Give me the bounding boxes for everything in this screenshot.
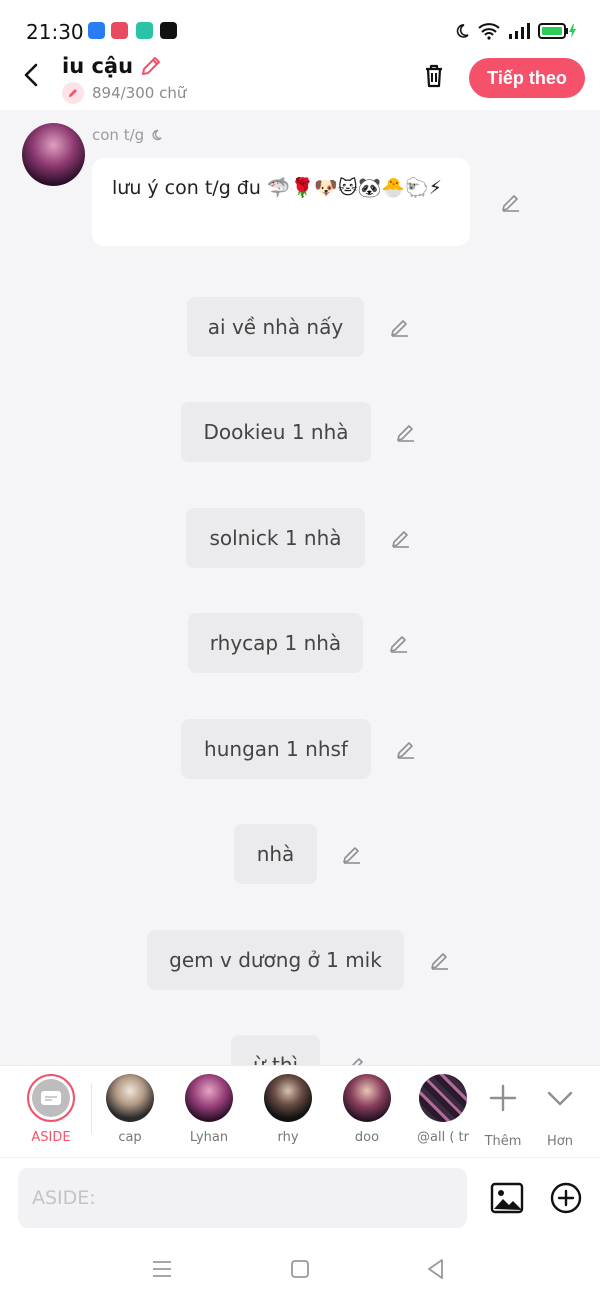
message-input[interactable] xyxy=(18,1168,467,1228)
collapse-button[interactable]: Hơn xyxy=(529,1074,591,1149)
author-avatar[interactable] xyxy=(22,123,85,186)
status-icons xyxy=(454,20,578,42)
person-avatar xyxy=(419,1074,467,1122)
mention-person[interactable]: @all ( tr xyxy=(412,1074,474,1145)
message-bubble[interactable]: ừ thì xyxy=(231,1035,320,1065)
message-bubble[interactable]: hungan 1 nhsf xyxy=(181,719,371,779)
input-bar xyxy=(0,1157,600,1237)
mention-label: cap xyxy=(118,1130,142,1145)
cloud-app-icon xyxy=(88,22,105,39)
message-bubble[interactable]: nhà xyxy=(234,824,317,884)
edit-icon[interactable] xyxy=(429,949,451,971)
message-bubble[interactable]: rhycap 1 nhà xyxy=(188,613,363,673)
edit-icon[interactable] xyxy=(390,527,412,549)
divider xyxy=(91,1084,92,1134)
signal-icon xyxy=(509,23,530,39)
mention-person[interactable]: cap xyxy=(99,1074,161,1145)
author-name-text: con t/g xyxy=(92,126,145,144)
mention-label: Lyhan xyxy=(189,1130,229,1145)
chat-area[interactable]: con t/g lưu ý con t/g đu 🦈🌹🐶🐱🐼🐣🐑⚡ ai về … xyxy=(0,110,600,1065)
plus-icon xyxy=(489,1084,517,1112)
plus-circle-icon[interactable] xyxy=(548,1180,584,1216)
pencil-icon[interactable] xyxy=(139,54,163,78)
message-bubble[interactable]: lưu ý con t/g đu 🦈🌹🐶🐱🐼🐣🐑⚡ xyxy=(92,158,470,246)
home-square-icon[interactable] xyxy=(289,1258,311,1280)
mention-bar: ASIDE cap Lyhan rhy doo @all ( tr Thêm H… xyxy=(0,1065,600,1157)
edit-icon[interactable] xyxy=(500,191,522,213)
char-counter: 894/300 chữ xyxy=(62,82,186,104)
message-bubble[interactable]: ai về nhà nấy xyxy=(187,297,364,357)
menu-icon[interactable] xyxy=(150,1259,174,1279)
message-bubble[interactable]: gem v dương ở 1 mik xyxy=(147,930,404,990)
person-avatar xyxy=(106,1074,154,1122)
collapse-label: Hơn xyxy=(547,1134,573,1149)
back-arrow-icon[interactable] xyxy=(16,60,46,90)
video-app-icon xyxy=(111,22,128,39)
header: iu cậu 894/300 chữ Tiếp theo xyxy=(0,50,600,110)
mention-label: doo xyxy=(354,1130,380,1145)
pencil-badge-icon xyxy=(62,82,84,104)
edit-icon[interactable] xyxy=(389,316,411,338)
edit-icon[interactable] xyxy=(395,738,417,760)
mention-label: @all ( tr xyxy=(417,1130,469,1145)
edit-icon[interactable] xyxy=(388,632,410,654)
next-button[interactable]: Tiếp theo xyxy=(469,58,585,98)
edit-icon[interactable] xyxy=(341,843,363,865)
chevron-down-icon xyxy=(547,1091,573,1106)
char-count-text: 894/300 chữ xyxy=(92,84,187,102)
mention-label: ASIDE xyxy=(31,1130,71,1145)
battery-icon xyxy=(538,23,576,39)
system-nav-bar xyxy=(0,1237,600,1300)
trash-icon[interactable] xyxy=(418,60,450,92)
messenger-app-icon xyxy=(136,22,153,39)
more-button[interactable]: Thêm xyxy=(472,1074,534,1149)
mention-person[interactable]: doo xyxy=(336,1074,398,1145)
page-title[interactable]: iu cậu xyxy=(62,54,163,78)
edit-icon[interactable] xyxy=(345,1054,367,1065)
person-avatar xyxy=(264,1074,312,1122)
mention-label: rhy xyxy=(277,1130,299,1145)
mention-person[interactable]: Lyhan xyxy=(178,1074,240,1145)
image-icon[interactable] xyxy=(489,1180,525,1216)
back-triangle-icon[interactable] xyxy=(424,1257,448,1281)
aside-icon xyxy=(27,1074,75,1122)
more-label: Thêm xyxy=(484,1134,522,1149)
moon-icon xyxy=(456,24,469,38)
moon-small-icon xyxy=(152,129,162,141)
edit-icon[interactable] xyxy=(395,421,417,443)
author-name: con t/g xyxy=(92,126,162,144)
title-text: iu cậu xyxy=(62,54,134,78)
message-bubble[interactable]: solnick 1 nhà xyxy=(186,508,365,568)
message-bubble[interactable]: Dookieu 1 nhà xyxy=(181,402,371,462)
person-avatar xyxy=(343,1074,391,1122)
media-app-icon xyxy=(160,22,177,39)
wifi-icon xyxy=(478,23,500,40)
status-time: 21:30 xyxy=(26,20,84,44)
person-avatar xyxy=(185,1074,233,1122)
mention-aside[interactable]: ASIDE xyxy=(20,1074,82,1145)
mention-person[interactable]: rhy xyxy=(257,1074,319,1145)
